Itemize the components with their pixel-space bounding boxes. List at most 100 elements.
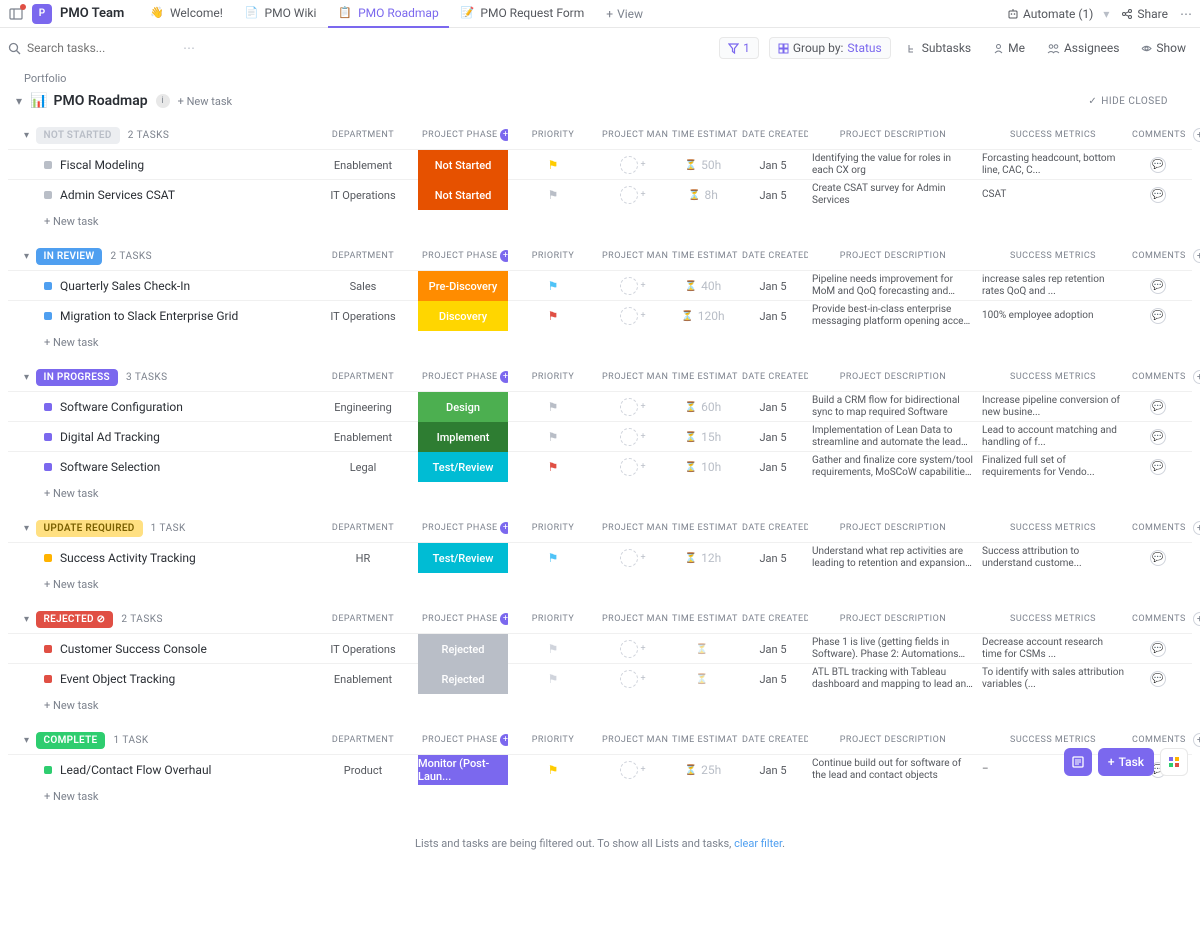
- department-cell[interactable]: Product: [308, 764, 418, 777]
- task-name[interactable]: Quarterly Sales Check-In: [60, 279, 190, 293]
- assignee-cell[interactable]: +: [598, 277, 668, 295]
- share-button[interactable]: Share: [1121, 7, 1168, 21]
- new-task-row-button[interactable]: + New task: [8, 693, 1192, 718]
- description-cell[interactable]: Pipeline needs improvement for MoM and Q…: [808, 274, 978, 298]
- clear-filter-link[interactable]: clear filter: [734, 837, 782, 850]
- assignee-cell[interactable]: +: [598, 640, 668, 658]
- apps-fab[interactable]: [1160, 748, 1188, 776]
- column-header[interactable]: PROJECT PHASE+: [418, 250, 508, 262]
- metrics-cell[interactable]: CSAT: [978, 189, 1128, 201]
- column-header[interactable]: PROJECT MANAGER: [598, 251, 668, 261]
- column-header[interactable]: PROJECT MANAGER: [598, 372, 668, 382]
- assignee-cell[interactable]: +: [598, 761, 668, 779]
- department-cell[interactable]: Enablement: [308, 159, 418, 172]
- column-header[interactable]: PROJECT MANAGER: [598, 130, 668, 140]
- status-square[interactable]: [44, 312, 52, 320]
- task-name[interactable]: Customer Success Console: [60, 642, 207, 656]
- workspace-avatar[interactable]: P: [32, 4, 52, 24]
- add-column-button[interactable]: +: [1193, 521, 1200, 535]
- column-header[interactable]: PROJECT PHASE+: [418, 371, 508, 383]
- date-cell[interactable]: Jan 5: [738, 189, 808, 202]
- task-row[interactable]: Quarterly Sales Check-In Sales Pre-Disco…: [8, 270, 1192, 300]
- column-header[interactable]: PROJECT PHASE+: [418, 613, 508, 625]
- metrics-cell[interactable]: Decrease account research time for CSMs …: [978, 637, 1128, 661]
- phase-add-icon[interactable]: +: [500, 129, 508, 141]
- status-square[interactable]: [44, 554, 52, 562]
- task-name[interactable]: Fiscal Modeling: [60, 158, 144, 172]
- estimate-cell[interactable]: ⏳8h: [668, 188, 738, 202]
- info-icon[interactable]: i: [156, 94, 170, 108]
- phase-add-icon[interactable]: +: [500, 250, 508, 262]
- column-header[interactable]: COMMENTS: [1128, 523, 1188, 533]
- description-cell[interactable]: Phase 1 is live (getting fields in Softw…: [808, 637, 978, 661]
- new-task-row-button[interactable]: + New task: [8, 572, 1192, 597]
- column-header[interactable]: PROJECT DESCRIPTION: [808, 130, 978, 140]
- group-collapse-caret[interactable]: ▾: [24, 523, 30, 534]
- column-header[interactable]: DEPARTMENT: [308, 614, 418, 624]
- department-cell[interactable]: Enablement: [308, 431, 418, 444]
- task-name[interactable]: Migration to Slack Enterprise Grid: [60, 309, 238, 323]
- estimate-cell[interactable]: ⏳25h: [668, 763, 738, 777]
- phase-cell[interactable]: Rejected: [418, 664, 508, 694]
- phase-add-icon[interactable]: +: [500, 371, 508, 383]
- new-task-row-button[interactable]: + New task: [8, 209, 1192, 234]
- column-header[interactable]: PROJECT DESCRIPTION: [808, 614, 978, 624]
- description-cell[interactable]: Build a CRM flow for bidirectional sync …: [808, 395, 978, 419]
- group-collapse-caret[interactable]: ▾: [24, 372, 30, 383]
- column-header[interactable]: PRIORITY: [508, 372, 598, 382]
- column-header[interactable]: DATE CREATED: [738, 251, 808, 261]
- new-task-row-button[interactable]: + New task: [8, 481, 1192, 506]
- column-header[interactable]: COMMENTS: [1128, 372, 1188, 382]
- status-square[interactable]: [44, 282, 52, 290]
- description-cell[interactable]: Implementation of Lean Data to streamlin…: [808, 425, 978, 449]
- estimate-cell[interactable]: ⏳60h: [668, 400, 738, 414]
- add-view-button[interactable]: + View: [598, 7, 651, 21]
- estimate-cell[interactable]: ⏳: [668, 644, 738, 655]
- add-column-button[interactable]: +: [1193, 128, 1200, 142]
- phase-cell[interactable]: Not Started: [418, 150, 508, 180]
- filter-button[interactable]: 1: [719, 37, 759, 59]
- status-square[interactable]: [44, 433, 52, 441]
- status-square[interactable]: [44, 191, 52, 199]
- date-cell[interactable]: Jan 5: [738, 401, 808, 414]
- description-cell[interactable]: Gather and finalize core system/tool req…: [808, 455, 978, 479]
- comments-cell[interactable]: 💬: [1128, 157, 1188, 173]
- status-pill[interactable]: IN PROGRESS: [36, 369, 118, 386]
- column-header[interactable]: PROJECT PHASE+: [418, 129, 508, 141]
- breadcrumb[interactable]: Portfolio: [8, 68, 1192, 89]
- comments-cell[interactable]: 💬: [1128, 459, 1188, 475]
- priority-cell[interactable]: ⚑: [508, 430, 598, 444]
- estimate-cell[interactable]: ⏳50h: [668, 158, 738, 172]
- status-square[interactable]: [44, 463, 52, 471]
- column-header[interactable]: COMMENTS: [1128, 735, 1188, 745]
- phase-add-icon[interactable]: +: [500, 734, 508, 746]
- group-collapse-caret[interactable]: ▾: [24, 130, 30, 141]
- column-header[interactable]: PROJECT DESCRIPTION: [808, 523, 978, 533]
- status-pill[interactable]: REJECTED ⊘: [36, 611, 114, 628]
- phase-cell[interactable]: Design: [418, 392, 508, 422]
- group-by-button[interactable]: Group by: Status: [769, 37, 891, 59]
- column-header[interactable]: PROJECT DESCRIPTION: [808, 735, 978, 745]
- status-pill[interactable]: COMPLETE: [36, 732, 106, 749]
- column-header[interactable]: PRIORITY: [508, 523, 598, 533]
- more-icon[interactable]: ⋯: [1180, 7, 1192, 21]
- tab-pmo-roadmap[interactable]: 📋PMO Roadmap: [328, 0, 448, 28]
- task-name[interactable]: Software Selection: [60, 460, 160, 474]
- phase-cell[interactable]: Test/Review: [418, 452, 508, 482]
- new-task-top-button[interactable]: + New task: [178, 95, 232, 108]
- task-row[interactable]: Event Object Tracking Enablement Rejecte…: [8, 663, 1192, 693]
- priority-cell[interactable]: ⚑: [508, 460, 598, 474]
- assignee-cell[interactable]: +: [598, 428, 668, 446]
- status-square[interactable]: [44, 645, 52, 653]
- date-cell[interactable]: Jan 5: [738, 159, 808, 172]
- assignee-cell[interactable]: +: [598, 156, 668, 174]
- metrics-cell[interactable]: Lead to account matching and handling of…: [978, 425, 1128, 449]
- assignee-cell[interactable]: +: [598, 458, 668, 476]
- phase-cell[interactable]: Rejected: [418, 634, 508, 664]
- group-collapse-caret[interactable]: ▾: [24, 614, 30, 625]
- department-cell[interactable]: Sales: [308, 280, 418, 293]
- task-row[interactable]: Success Activity Tracking HR Test/Review…: [8, 542, 1192, 572]
- search-input[interactable]: [27, 41, 177, 55]
- add-column-button[interactable]: +: [1193, 370, 1200, 384]
- metrics-cell[interactable]: Forcasting headcount, bottom line, CAC, …: [978, 153, 1128, 177]
